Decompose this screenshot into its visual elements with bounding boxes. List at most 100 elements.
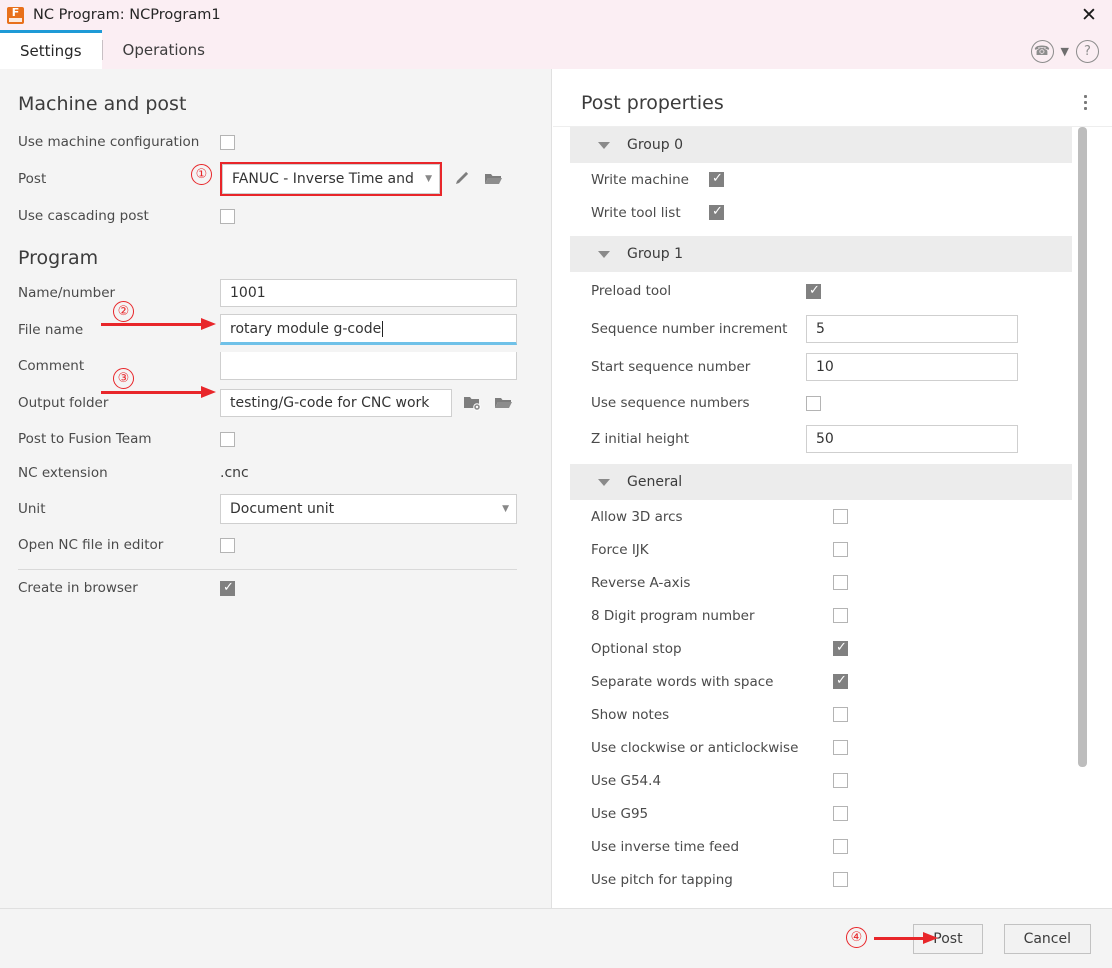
folder-open-icon[interactable]: [482, 168, 504, 190]
use-g95-checkbox[interactable]: [833, 806, 848, 821]
annotation-number-4: ④: [846, 927, 867, 948]
separate-words-with-space-checkbox[interactable]: [833, 674, 848, 689]
file-name-value: rotary module g-code: [230, 321, 381, 337]
8-digit-program-number-label: 8 Digit program number: [591, 608, 833, 624]
unit-select[interactable]: Document unit ▼: [220, 494, 517, 524]
post-to-fusion-team-label: Post to Fusion Team: [18, 431, 220, 447]
optional-stop-checkbox[interactable]: [833, 641, 848, 656]
use-clockwise-or-anticlockwise-label: Use clockwise or anticlockwise: [591, 740, 833, 756]
row-use-machine-configuration: Use machine configuration: [0, 125, 551, 159]
post-label: Post: [18, 171, 220, 187]
force-ijk-label: Force IJK: [591, 542, 833, 558]
post-to-fusion-team-checkbox[interactable]: [220, 432, 235, 447]
property-row: Allow 3D arcs: [553, 500, 1112, 533]
property-row: Use clockwise or anticlockwise: [553, 731, 1112, 764]
allow-3d-arcs-checkbox[interactable]: [833, 509, 848, 524]
annotation-number-1: ①: [191, 164, 212, 185]
cancel-button[interactable]: Cancel: [1004, 924, 1091, 954]
tab-settings-label: Settings: [20, 42, 82, 60]
property-row: Write machine: [553, 163, 1112, 196]
triangle-down-icon: [598, 479, 610, 486]
start-sequence-number-label: Start sequence number: [591, 359, 806, 375]
use-clockwise-or-anticlockwise-checkbox[interactable]: [833, 740, 848, 755]
preload-tool-checkbox[interactable]: [806, 284, 821, 299]
file-name-input[interactable]: rotary module g-code: [220, 314, 517, 345]
text-cursor: [382, 321, 383, 337]
triangle-down-icon: [598, 142, 610, 149]
window-title: NC Program: NCProgram1: [33, 7, 221, 23]
reverse-a-axis-checkbox[interactable]: [833, 575, 848, 590]
row-post: Post FANUC - Inverse Time and ▼: [0, 159, 551, 199]
vertical-scrollbar[interactable]: [1078, 127, 1087, 767]
write-machine-label: Write machine: [591, 172, 709, 188]
row-unit: Unit Document unit ▼: [0, 490, 551, 528]
annotation-number-3: ③: [113, 368, 134, 389]
chevron-down-icon[interactable]: ▼: [1061, 45, 1069, 58]
property-row: Show notes: [553, 698, 1112, 731]
folder-open-icon[interactable]: [492, 392, 514, 414]
use-cascading-post-label: Use cascading post: [18, 208, 220, 224]
optional-stop-label: Optional stop: [591, 641, 833, 657]
use-pitch-for-tapping-checkbox[interactable]: [833, 872, 848, 887]
sequence-number-increment-input[interactable]: 5: [806, 315, 1018, 343]
comment-input[interactable]: [220, 352, 517, 380]
output-folder-input[interactable]: testing/G-code for CNC work: [220, 389, 452, 417]
force-ijk-checkbox[interactable]: [833, 542, 848, 557]
separate-words-with-space-label: Separate words with space: [591, 674, 833, 690]
name-number-input[interactable]: 1001: [220, 279, 517, 307]
help-question-icon[interactable]: ?: [1076, 40, 1099, 63]
write-tool-list-checkbox[interactable]: [709, 205, 724, 220]
write-machine-checkbox[interactable]: [709, 172, 724, 187]
use-g54-4-checkbox[interactable]: [833, 773, 848, 788]
property-row: Sequence number increment 5: [553, 310, 1112, 348]
write-tool-list-label: Write tool list: [591, 205, 709, 221]
use-g54-4-label: Use G54.4: [591, 773, 833, 789]
machine-and-post-heading: Machine and post: [0, 69, 551, 125]
property-row: Z initial height 50: [553, 420, 1112, 458]
folder-settings-icon[interactable]: [461, 392, 483, 414]
use-sequence-numbers-checkbox[interactable]: [806, 396, 821, 411]
use-inverse-time-feed-checkbox[interactable]: [833, 839, 848, 854]
use-machine-configuration-checkbox[interactable]: [220, 135, 235, 150]
property-row: Reverse A-axis: [553, 566, 1112, 599]
property-row: Write tool list: [553, 196, 1112, 229]
row-output-folder: Output folder testing/G-code for CNC wor…: [0, 384, 551, 422]
tab-settings[interactable]: Settings: [0, 30, 102, 69]
tab-operations[interactable]: Operations: [103, 30, 225, 69]
use-cascading-post-checkbox[interactable]: [220, 209, 235, 224]
row-file-name: File name rotary module g-code: [0, 311, 551, 348]
open-nc-file-in-editor-checkbox[interactable]: [220, 538, 235, 553]
property-row: Optional stop: [553, 632, 1112, 665]
open-nc-file-in-editor-label: Open NC file in editor: [18, 537, 220, 553]
post-value: FANUC - Inverse Time and: [232, 171, 414, 187]
start-sequence-number-input[interactable]: 10: [806, 353, 1018, 381]
nc-extension-value: .cnc: [220, 465, 249, 481]
show-notes-checkbox[interactable]: [833, 707, 848, 722]
group-header-group-1[interactable]: Group 1: [570, 236, 1072, 272]
sequence-number-increment-value: 5: [816, 321, 825, 337]
8-digit-program-number-checkbox[interactable]: [833, 608, 848, 623]
dialog-footer: Post Cancel: [0, 908, 1112, 968]
post-select[interactable]: FANUC - Inverse Time and ▼: [222, 164, 440, 194]
sequence-number-increment-label: Sequence number increment: [591, 321, 806, 337]
z-initial-height-label: Z initial height: [591, 431, 806, 447]
group-0-label: Group 0: [627, 137, 683, 153]
chevron-down-icon: ▼: [425, 174, 432, 184]
property-row: Use G95: [553, 797, 1112, 830]
use-sequence-numbers-label: Use sequence numbers: [591, 395, 806, 411]
preload-tool-label: Preload tool: [591, 283, 806, 299]
group-header-general[interactable]: General: [570, 464, 1072, 500]
kebab-menu-icon[interactable]: [1080, 91, 1091, 114]
name-number-value: 1001: [230, 285, 266, 301]
settings-left-panel: Machine and post Use machine configurati…: [0, 69, 552, 908]
close-icon[interactable]: ✕: [1066, 0, 1112, 30]
chevron-down-icon: ▼: [502, 504, 509, 514]
unit-label: Unit: [18, 501, 220, 517]
group-header-group-0[interactable]: Group 0: [570, 127, 1072, 163]
property-row: Preload tool: [553, 272, 1112, 310]
create-in-browser-checkbox[interactable]: [220, 581, 235, 596]
phone-support-icon[interactable]: ☎: [1031, 40, 1054, 63]
tab-strip: Settings Operations ☎ ▼ ?: [0, 30, 1112, 69]
z-initial-height-input[interactable]: 50: [806, 425, 1018, 453]
pencil-edit-icon[interactable]: [451, 168, 473, 190]
